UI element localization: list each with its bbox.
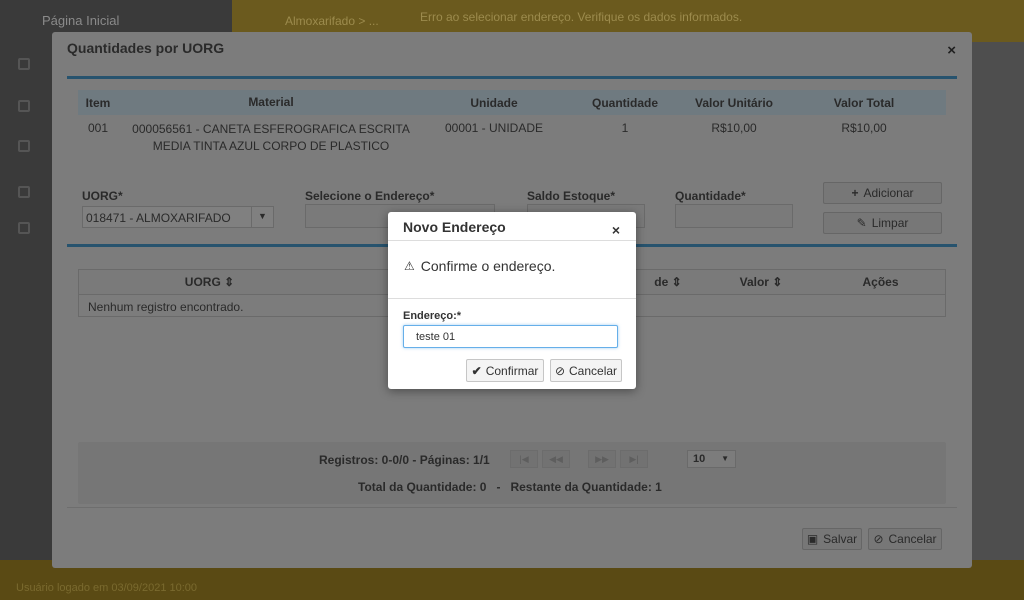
uorg-value: 018471 - ALMOXARIFADO (86, 211, 231, 225)
endereco-label: Selecione o Endereço* (305, 189, 435, 203)
save-button[interactable]: ▣ Salvar (802, 528, 862, 550)
confirm-message: ⚠ Confirme o endereço. (404, 258, 555, 274)
address-label: Endereço:* (403, 310, 462, 322)
divider (67, 76, 957, 79)
column-header-label: de (654, 275, 669, 289)
column-header: Valor Total (833, 95, 895, 110)
confirm-button-label: Confirmar (485, 363, 539, 378)
confirm-button[interactable]: ✔ Confirmar (466, 359, 544, 382)
chevron-down-icon[interactable]: ▼ (251, 207, 273, 227)
plus-icon: + (851, 186, 859, 200)
quantidade-field[interactable] (675, 204, 793, 228)
cancel-button-label: Cancelar (888, 532, 937, 546)
menu-icon (18, 186, 30, 198)
saldo-label: Saldo Estoque* (527, 189, 616, 203)
close-icon[interactable]: × (947, 42, 956, 59)
valor-total-cell: R$10,00 (841, 121, 887, 135)
cancel-button[interactable]: ⊘ Cancelar (868, 528, 942, 550)
pager-summary: Registros: 0-0/0 - Páginas: 1/1 (319, 453, 490, 467)
column-header: Quantidade (591, 95, 658, 110)
cancel-dialog-button-label: Cancelar (569, 363, 618, 378)
new-address-dialog: Novo Endereço × ⚠ Confirme o endereço. E… (388, 212, 636, 389)
quantidade-label: Quantidade* (675, 189, 746, 203)
column-header: Valor Unitário (694, 95, 774, 110)
close-icon[interactable]: × (612, 222, 620, 238)
sort-icon: ⇕ (224, 275, 235, 289)
first-page-icon[interactable]: |◀ (510, 450, 538, 468)
check-icon: ✔ (471, 363, 482, 378)
uorg-select[interactable]: 018471 - ALMOXARIFADO ▼ (82, 206, 274, 228)
column-header[interactable]: de ⇕ (630, 275, 706, 289)
menu-icon (18, 222, 30, 234)
ban-icon: ⊘ (554, 363, 566, 378)
chevron-down-icon: ▼ (721, 454, 729, 463)
alert-text: Erro ao selecionar endereço. Verifique o… (420, 10, 743, 24)
add-button-label: Adicionar (863, 186, 914, 200)
cancel-dialog-button[interactable]: ⊘ Cancelar (550, 359, 622, 382)
valor-unitario-cell: R$10,00 (711, 121, 757, 135)
pager-totals: Total da Quantidade: 0 - Restante da Qua… (358, 480, 662, 494)
menu-icon (18, 58, 30, 70)
clear-button-label: Limpar (871, 216, 909, 230)
confirm-message-text: Confirme o endereço. (420, 258, 556, 274)
add-button[interactable]: + Adicionar (823, 182, 942, 204)
menu-icon (18, 140, 30, 152)
column-header-valor[interactable]: Valor ⇕ (706, 275, 816, 289)
menu-icon (18, 100, 30, 112)
page-size-select[interactable]: 10 ▼ (687, 450, 736, 468)
column-header: Item (85, 95, 111, 110)
table-row: 001 000056561 - CANETA ESFEROGRAFICA ESC… (78, 115, 946, 155)
column-header-acoes: Ações (862, 275, 899, 289)
sort-icon: ⇕ (772, 275, 783, 289)
column-header: Unidade (470, 95, 518, 110)
save-button-label: Salvar (823, 532, 858, 546)
footer-text: Usuário logado em 03/09/2021 10:00 (16, 582, 198, 594)
divider (67, 507, 957, 508)
prev-page-icon[interactable]: ◀◀ (542, 450, 570, 468)
cancel-icon: ⊘ (873, 532, 884, 546)
brand-text[interactable]: Página Inicial (42, 13, 119, 28)
next-page-icon[interactable]: ▶▶ (588, 450, 616, 468)
divider (388, 240, 636, 241)
quantidade-cell: 1 (621, 121, 629, 135)
eraser-icon: ✎ (856, 216, 867, 230)
warning-icon: ⚠ (404, 259, 415, 273)
sort-icon: ⇕ (671, 275, 682, 289)
divider (388, 298, 636, 299)
breadcrumb: Almoxarifado > ... (285, 14, 379, 28)
unidade-cell: 00001 - UNIDADE (444, 121, 544, 135)
item-cell: 001 (87, 121, 109, 135)
dialog-title: Novo Endereço (403, 219, 506, 235)
column-header-label: UORG (184, 275, 221, 289)
column-header-label: Valor (739, 275, 769, 289)
clear-button[interactable]: ✎ Limpar (823, 212, 942, 234)
page-size-value: 10 (693, 453, 706, 465)
column-header-uorg[interactable]: UORG ⇕ (79, 275, 340, 289)
material-cell: 000056561 - CANETA ESFEROGRAFICA ESCRITA… (132, 122, 410, 153)
material-table: Item Material Unidade Quantidade Valor U… (78, 90, 946, 155)
modal-title: Quantidades por UORG (67, 40, 225, 56)
save-icon: ▣ (806, 532, 819, 546)
uorg-label: UORG* (82, 189, 123, 203)
address-input[interactable] (403, 325, 618, 348)
column-header: Material (248, 95, 294, 109)
paginator: Registros: 0-0/0 - Páginas: 1/1 |◀ ◀◀ ▶▶… (78, 442, 946, 504)
last-page-icon[interactable]: ▶| (620, 450, 648, 468)
table-header: Item Material Unidade Quantidade Valor U… (78, 90, 946, 115)
